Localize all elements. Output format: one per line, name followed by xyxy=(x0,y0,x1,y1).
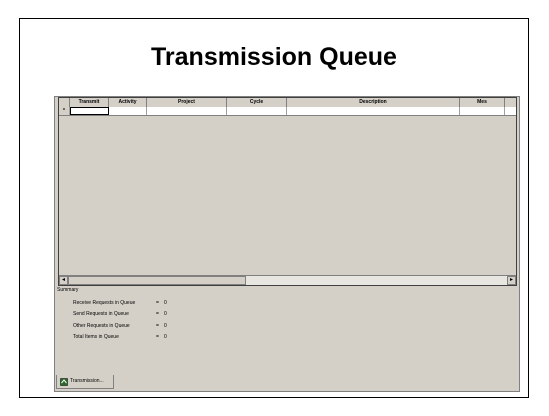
project-cell[interactable] xyxy=(147,107,227,115)
description-cell[interactable] xyxy=(287,107,460,115)
summary-value: 0 xyxy=(164,323,167,329)
scroll-thumb[interactable] xyxy=(68,276,246,285)
transmission-icon xyxy=(60,377,68,386)
slide-title: Transmission Queue xyxy=(151,43,397,71)
summary-value: 0 xyxy=(164,311,167,317)
tab-label: Transmission... xyxy=(70,378,104,384)
header-mes[interactable]: Mes xyxy=(460,98,505,107)
table-row[interactable]: * xyxy=(59,107,516,116)
activity-cell[interactable] xyxy=(109,107,147,115)
header-selector[interactable] xyxy=(59,98,70,107)
summary-label: Other Requests in Queue xyxy=(73,323,130,329)
scroll-left-button[interactable]: ◂ xyxy=(59,276,68,285)
horizontal-scrollbar[interactable]: ◂ ▸ xyxy=(59,275,516,285)
scroll-right-button[interactable]: ▸ xyxy=(507,276,516,285)
queue-grid: Transmit Activity Project Cycle Descript… xyxy=(58,97,517,286)
row-selector[interactable]: * xyxy=(59,107,70,115)
header-activity[interactable]: Activity xyxy=(109,98,147,107)
summary-label: Receive Requests in Queue xyxy=(73,300,136,306)
summary-label: Send Requests in Queue xyxy=(73,311,129,317)
summary-value: 0 xyxy=(164,334,167,340)
header-project[interactable]: Project xyxy=(147,98,227,107)
header-cycle[interactable]: Cycle xyxy=(227,98,287,107)
summary-equals: = xyxy=(156,300,159,306)
summary-equals: = xyxy=(156,323,159,329)
tab-transmission[interactable]: Transmission... xyxy=(56,375,114,389)
transmit-cell[interactable] xyxy=(70,107,109,115)
transmission-queue-window: Transmit Activity Project Cycle Descript… xyxy=(54,96,520,392)
summary-equals: = xyxy=(156,311,159,317)
summary-equals: = xyxy=(156,334,159,340)
summary-heading: Summary xyxy=(57,287,79,293)
summary-label: Total Items in Queue xyxy=(73,334,119,340)
mes-cell[interactable] xyxy=(460,107,505,115)
header-description[interactable]: Description xyxy=(287,98,460,107)
summary-value: 0 xyxy=(164,300,167,306)
cycle-cell[interactable] xyxy=(227,107,287,115)
header-transmit[interactable]: Transmit xyxy=(70,98,109,107)
